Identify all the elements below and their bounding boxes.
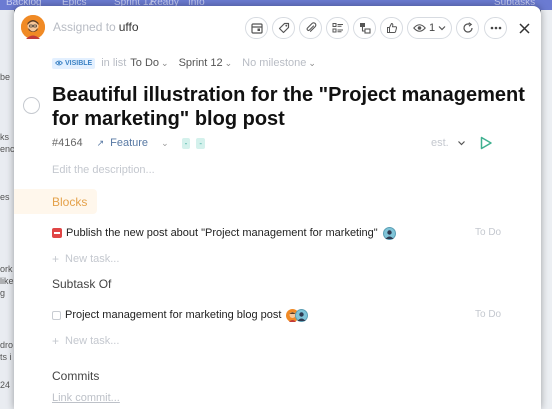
description-editor[interactable]: Edit the description... xyxy=(52,164,155,176)
chevron-down-icon xyxy=(457,141,465,146)
bg-snippet: dro xyxy=(0,340,14,350)
person-avatar-icon xyxy=(21,15,45,39)
estimate-select[interactable]: est. xyxy=(431,137,466,149)
assignee-avatar xyxy=(295,308,309,322)
tag-pill[interactable]: - xyxy=(181,138,191,149)
subtask-of-item-text[interactable]: Project management for marketing blog po… xyxy=(65,309,281,321)
person-avatar-icon xyxy=(385,229,394,239)
visibility-label: VISIBLE xyxy=(65,59,93,67)
task-type-label: Feature xyxy=(110,137,149,149)
close-icon xyxy=(518,22,530,34)
refresh-button[interactable] xyxy=(456,17,479,39)
refresh-icon xyxy=(462,22,473,33)
tags-list[interactable]: - - xyxy=(179,137,206,149)
chevron-down-icon: ⌄ xyxy=(161,138,169,148)
task-id: #4164 xyxy=(52,137,83,149)
commits-title: Commits xyxy=(52,369,100,383)
thumbs-up-icon xyxy=(386,23,397,33)
list-select[interactable]: To Do xyxy=(130,57,159,69)
bg-snippet: enc xyxy=(0,144,14,154)
bg-snippet: like xyxy=(0,276,14,286)
chevron-down-icon: ⌄ xyxy=(308,57,316,68)
bg-snippet: es xyxy=(0,192,10,202)
blocks-new-task-input[interactable]: + New task... xyxy=(52,252,119,266)
calendar-icon xyxy=(250,23,263,34)
bg-snippet: ork xyxy=(0,264,13,274)
subtask-of-item[interactable]: Project management for marketing blog po… xyxy=(52,308,309,322)
blocks-item-status: To Do xyxy=(475,227,502,238)
plus-icon: + xyxy=(52,252,60,266)
blocks-item[interactable]: Publish the new post about "Project mana… xyxy=(52,226,396,240)
assignee-avatar[interactable] xyxy=(21,15,45,39)
bg-snippet: ks xyxy=(0,132,9,142)
milestone-select[interactable]: No milestone xyxy=(242,57,306,69)
list-prefix: in list xyxy=(101,57,127,69)
watch-count: 1 xyxy=(428,22,436,34)
task-type-select[interactable]: ↗ Feature ⌄ xyxy=(97,137,169,149)
estimate-placeholder: est. xyxy=(431,137,449,149)
tags-button[interactable] xyxy=(272,17,295,39)
task-complete-toggle[interactable] xyxy=(23,97,40,114)
new-task-placeholder: New task... xyxy=(65,253,120,265)
watch-button[interactable]: 1 xyxy=(407,17,452,39)
subtask-of-new-task-input[interactable]: + New task... xyxy=(52,334,119,348)
subtask-of-title: Subtask Of xyxy=(52,277,112,291)
chevron-down-icon xyxy=(438,26,446,31)
play-icon xyxy=(480,136,492,150)
relations-icon xyxy=(359,23,371,34)
task-title[interactable]: Beautiful illustration for the "Project … xyxy=(52,83,532,131)
task-checkbox[interactable] xyxy=(52,310,61,320)
like-button[interactable] xyxy=(380,17,403,39)
arrow-up-right-icon: ↗ xyxy=(96,138,105,148)
tag-icon xyxy=(278,22,289,34)
assignee-name[interactable]: uffo xyxy=(119,20,139,34)
sprint-select[interactable]: Sprint 12 xyxy=(179,57,223,69)
chevron-down-icon: ⌄ xyxy=(161,57,169,68)
relations-button[interactable] xyxy=(353,17,376,39)
more-icon xyxy=(490,26,501,30)
task-modal: Assigned to uffo 1 VISIBLE in list To Do… xyxy=(14,6,541,409)
checklist-icon xyxy=(332,23,343,33)
background-left-column: be ks enc es ork like g dro ts i 24 xyxy=(0,10,14,409)
subtask-of-item-status: To Do xyxy=(475,309,502,320)
bg-snippet: 24 xyxy=(0,380,11,390)
attachment-button[interactable] xyxy=(299,17,322,39)
attachment-icon xyxy=(306,22,316,32)
assignee-avatar xyxy=(382,226,396,240)
person-avatar-icon xyxy=(297,311,306,321)
assigned-to[interactable]: Assigned to uffo xyxy=(53,20,139,34)
background-right-column xyxy=(541,10,552,409)
assigned-prefix: Assigned to xyxy=(53,20,116,34)
calendar-button[interactable] xyxy=(245,17,268,39)
link-commit-button[interactable]: Link commit... xyxy=(52,392,120,404)
blocked-task-icon xyxy=(52,228,62,238)
blocks-item-text[interactable]: Publish the new post about "Project mana… xyxy=(66,227,378,239)
more-button[interactable] xyxy=(484,17,507,39)
close-button[interactable] xyxy=(515,19,533,37)
eye-icon xyxy=(413,24,427,32)
start-timer-button[interactable] xyxy=(479,136,493,155)
bg-snippet: be xyxy=(0,72,11,82)
bg-snippet: g xyxy=(0,288,6,298)
visibility-badge[interactable]: VISIBLE xyxy=(52,57,96,69)
bg-snippet: ts i xyxy=(0,352,12,362)
new-task-placeholder: New task... xyxy=(65,335,120,347)
eye-icon xyxy=(55,60,63,66)
task-id-row: #4164 ↗ Feature ⌄ - - xyxy=(52,136,206,150)
blocks-title: Blocks xyxy=(52,195,88,209)
plus-icon: + xyxy=(52,334,60,348)
task-meta-row: VISIBLE in list To Do ⌄ Sprint 12 ⌄ No m… xyxy=(52,56,316,70)
chevron-down-icon: ⌄ xyxy=(224,57,233,68)
checklist-button[interactable] xyxy=(326,17,349,39)
tag-pill[interactable]: - xyxy=(196,138,206,149)
